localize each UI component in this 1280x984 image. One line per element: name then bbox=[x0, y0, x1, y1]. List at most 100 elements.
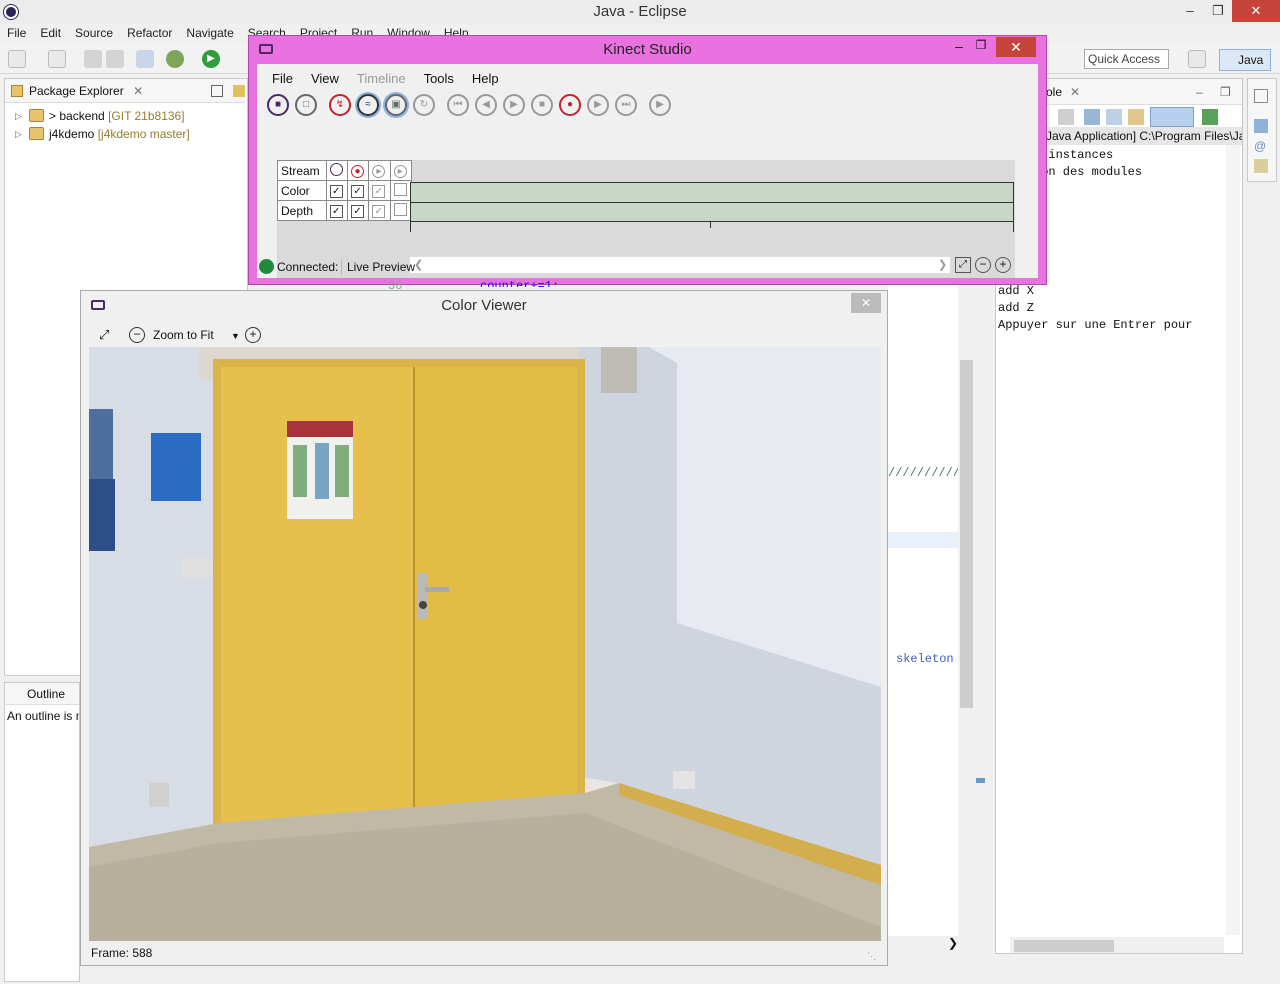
camera-frame-drawing bbox=[89, 347, 881, 941]
editor-hscroll[interactable]: ❯ bbox=[888, 936, 958, 952]
quick-access-input[interactable]: Quick Access bbox=[1084, 49, 1169, 69]
save-icon[interactable] bbox=[84, 50, 102, 68]
resize-grip-icon[interactable]: ⋱ bbox=[867, 951, 877, 961]
expand-arrow-icon[interactable]: ▷ bbox=[15, 107, 22, 125]
menu-source[interactable]: Source bbox=[68, 24, 120, 42]
zoom-out-icon[interactable]: − bbox=[129, 327, 145, 343]
word-wrap-icon[interactable] bbox=[1128, 109, 1144, 125]
checkbox-cell: ✓ bbox=[368, 180, 391, 201]
kinect-menu-help[interactable]: Help bbox=[463, 66, 508, 91]
declaration-icon[interactable] bbox=[1254, 159, 1268, 173]
tree-item-j4kdemo[interactable]: ▷ j4kdemo [j4kdemo master] bbox=[5, 125, 245, 143]
refresh-icon[interactable]: ↻ bbox=[413, 94, 435, 116]
new-package-icon[interactable] bbox=[48, 50, 66, 68]
display-console-icon[interactable] bbox=[1202, 109, 1218, 125]
open-file-icon[interactable]: ■ bbox=[267, 94, 289, 116]
stream-table: Stream ● ▸ ▸ Color ✓ ✓ ✓ Depth ✓ ✓ ✓ bbox=[277, 160, 413, 221]
console-line: Appuyer sur une Entrer pour bbox=[998, 318, 1193, 332]
editor-code-line: counter+=1; bbox=[480, 279, 560, 287]
new-icon[interactable] bbox=[8, 50, 26, 68]
menu-navigate[interactable]: Navigate bbox=[179, 24, 240, 42]
stop-icon[interactable]: ■ bbox=[531, 94, 553, 116]
package-explorer-tab[interactable]: Package Explorer ✕ bbox=[5, 79, 245, 103]
editor-area[interactable] bbox=[888, 284, 958, 936]
viewer-status: Frame: 588 bbox=[91, 946, 153, 960]
dropdown-arrow-icon[interactable]: ▼ bbox=[231, 331, 240, 341]
save-file-icon[interactable]: □ bbox=[295, 94, 317, 116]
color-extra-checkbox[interactable] bbox=[393, 182, 407, 196]
record-icon[interactable]: ● bbox=[559, 94, 581, 116]
clear-console-icon[interactable] bbox=[1084, 109, 1100, 125]
kinect-studio-titlebar[interactable]: Kinect Studio bbox=[249, 36, 1046, 64]
kinect-menu-timeline[interactable]: Timeline bbox=[348, 66, 415, 91]
color-frame-image[interactable] bbox=[89, 347, 881, 941]
play-icon[interactable]: ▶ bbox=[503, 94, 525, 116]
tree-item-backend[interactable]: ▷ > backend [GIT 21b8136] bbox=[5, 107, 245, 125]
kinect-menu-tools[interactable]: Tools bbox=[415, 66, 463, 91]
stream-toggle-icon[interactable]: ≈ bbox=[357, 94, 379, 116]
run-icon[interactable]: ▶ bbox=[202, 50, 220, 68]
pin-console-icon[interactable] bbox=[1150, 107, 1194, 127]
console-hscroll-thumb[interactable] bbox=[1014, 940, 1114, 952]
link-editor-icon[interactable] bbox=[233, 85, 245, 97]
overview-ruler-marker[interactable] bbox=[976, 778, 985, 783]
java-perspective-button[interactable]: Java bbox=[1219, 49, 1271, 71]
maximize-button[interactable]: ❐ bbox=[1204, 0, 1232, 22]
outline-tab[interactable]: Outline bbox=[5, 683, 79, 705]
go-start-icon[interactable]: ⏮ bbox=[447, 94, 469, 116]
stream-name: Depth bbox=[277, 200, 327, 221]
maximize-view-icon[interactable]: ❐ bbox=[1220, 85, 1231, 99]
close-window-button[interactable]: ✕ bbox=[1232, 0, 1280, 22]
zoom-select[interactable]: Zoom to Fit ▼ bbox=[153, 323, 240, 348]
scroll-lock-icon[interactable] bbox=[1106, 109, 1122, 125]
minimize-button[interactable]: – bbox=[1176, 0, 1204, 22]
fit-view-icon[interactable]: ⤢ bbox=[99, 327, 115, 343]
kinect-maximize-button[interactable]: ❐ bbox=[971, 38, 991, 56]
depth-record-checkbox[interactable]: ✓ bbox=[351, 205, 365, 218]
console-vscroll[interactable] bbox=[1226, 145, 1240, 935]
eclipse-logo-icon bbox=[4, 5, 18, 19]
viewer-close-button[interactable]: ✕ bbox=[851, 293, 881, 313]
disconnect-icon[interactable]: ↯ bbox=[329, 94, 351, 116]
minimize-view-icon[interactable]: – bbox=[1196, 85, 1203, 99]
depth-stream-checkbox[interactable]: ✓ bbox=[329, 205, 343, 218]
play-col-icon: ▸ bbox=[368, 160, 391, 181]
collapse-all-icon[interactable] bbox=[211, 85, 223, 97]
skip-breakpoints-icon[interactable] bbox=[136, 50, 154, 68]
stream-name: Color bbox=[277, 180, 327, 201]
at-sign-icon[interactable]: @ bbox=[1254, 139, 1268, 153]
menu-edit[interactable]: Edit bbox=[33, 24, 68, 42]
kinect-minimize-button[interactable]: – bbox=[949, 38, 969, 56]
open-perspective-icon[interactable] bbox=[1188, 50, 1206, 68]
camera-toggle-icon[interactable]: ▣ bbox=[385, 94, 407, 116]
depth-extra-checkbox[interactable] bbox=[393, 202, 407, 216]
kinect-studio-window: Kinect Studio – ❐ ✕ File View Timeline Tool… bbox=[248, 35, 1047, 285]
menu-refactor[interactable]: Refactor bbox=[120, 24, 179, 42]
step-forward-icon[interactable]: ▶ bbox=[587, 94, 609, 116]
color-stream-checkbox[interactable]: ✓ bbox=[329, 185, 343, 198]
checkbox-cell bbox=[389, 200, 413, 221]
restore-icon[interactable] bbox=[1254, 89, 1268, 103]
kinect-close-button[interactable]: ✕ bbox=[996, 37, 1036, 57]
loop-play-icon[interactable]: ▶ bbox=[649, 94, 671, 116]
color-record-checkbox[interactable]: ✓ bbox=[351, 185, 365, 198]
depth-play-checkbox[interactable]: ✓ bbox=[372, 205, 386, 218]
git-label: [GIT 21b8136] bbox=[108, 109, 185, 123]
menu-file[interactable]: File bbox=[0, 24, 33, 42]
color-play-checkbox[interactable]: ✓ bbox=[372, 185, 386, 198]
go-end-icon[interactable]: ⏭ bbox=[615, 94, 637, 116]
close-tab-icon[interactable]: ✕ bbox=[133, 84, 143, 98]
zoom-in-icon[interactable]: + bbox=[245, 327, 261, 343]
step-back-icon[interactable]: ◀ bbox=[475, 94, 497, 116]
debug-icon[interactable] bbox=[166, 50, 184, 68]
close-tab-icon[interactable]: ✕ bbox=[1070, 85, 1080, 99]
expand-arrow-icon[interactable]: ▷ bbox=[15, 125, 22, 143]
remove-launch-icon[interactable] bbox=[1058, 109, 1074, 125]
editor-scroll-thumb[interactable] bbox=[960, 360, 973, 708]
console-label: ole bbox=[1046, 85, 1063, 99]
javadoc-icon[interactable] bbox=[1254, 119, 1268, 133]
kinect-menu-file[interactable]: File bbox=[263, 66, 302, 91]
save-all-icon[interactable] bbox=[106, 50, 124, 68]
color-viewer-titlebar[interactable]: Color Viewer bbox=[81, 291, 887, 321]
kinect-menu-view[interactable]: View bbox=[302, 66, 348, 91]
